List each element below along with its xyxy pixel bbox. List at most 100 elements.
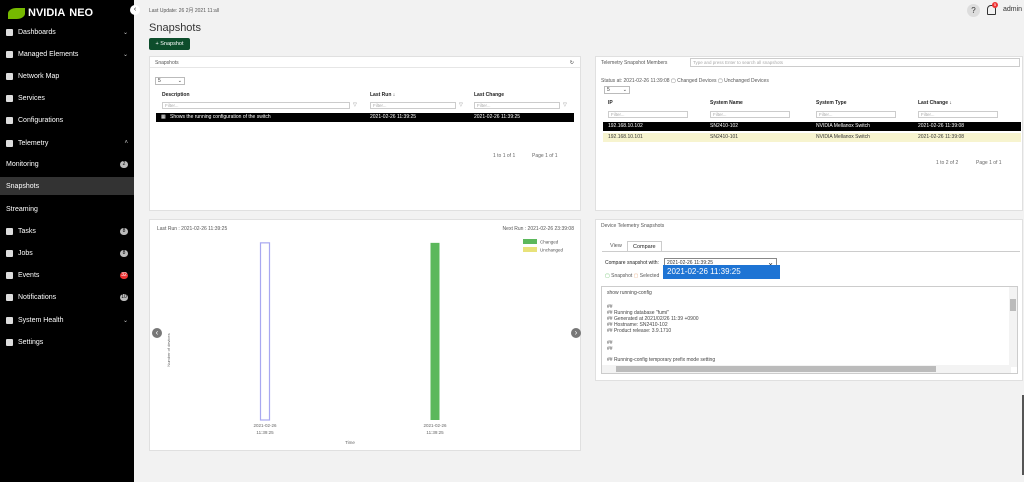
y-axis-label: Number of devices <box>166 333 171 366</box>
pager-count: 1 to 2 of 2 <box>936 160 959 166</box>
bar-chart: 2021-02-26 11:39:25 2021-02-26 11:39:25 Time… <box>166 239 564 445</box>
count-badge: 8 <box>120 227 128 235</box>
filter-description-input[interactable]: Filter... <box>162 102 350 109</box>
page-title: Snapshots <box>149 22 201 34</box>
snapshots-panel: Snapshots ↻ 5 ⌄ Description Last Run ↓ Las… <box>149 56 581 211</box>
compare-legend: ▢ Snapshot ▢ Selected <box>605 273 660 279</box>
status-line: Status at: 2021-02-26 11:39:08 ▢ Changed… <box>601 78 769 84</box>
filter-name-input[interactable]: Filter... <box>710 111 790 118</box>
sidebar-item-managed-elements[interactable]: Managed Elements ⌄ <box>0 45 134 63</box>
filter-last-change-input[interactable]: Filter... <box>474 102 560 109</box>
x-tick-time-0: 11:39:25 <box>256 430 274 435</box>
jobs-icon <box>6 249 13 257</box>
nvidia-eye-icon <box>8 7 25 19</box>
count-badge: 32 <box>120 271 128 279</box>
pager-page: Page 1 of 1 <box>532 153 558 159</box>
config-icon <box>6 116 13 124</box>
filter-change-input[interactable]: Filter... <box>918 111 998 118</box>
horizontal-scrollbar[interactable] <box>602 365 1011 373</box>
count-badge: 2 <box>120 160 128 168</box>
sidebar-item-tasks[interactable]: Tasks 8 <box>0 222 134 240</box>
mail-icon <box>6 293 13 301</box>
bar-unchanged-0 <box>259 242 271 421</box>
filter-icon[interactable]: ▽ <box>459 102 463 108</box>
legend-swatch-unchanged <box>523 247 537 252</box>
search-snapshots-input[interactable]: Type and press Enter to search all snaps… <box>690 58 1020 67</box>
filter-icon[interactable]: ▽ <box>563 102 567 108</box>
help-icon[interactable]: ? <box>967 4 980 17</box>
table-row[interactable]: 192.168.10.102 SN2410-102 NVIDIA Mellano… <box>603 122 1021 131</box>
chart-panel: Last Run : 2021-02-26 11:39:25 Next Run … <box>149 219 581 451</box>
sidebar-item-system-health[interactable]: System Health ⌄ <box>0 311 134 329</box>
sidebar-item-snapshots[interactable]: Snapshots <box>0 177 134 195</box>
refresh-icon[interactable]: ↻ <box>570 60 574 66</box>
telemetry-icon <box>6 139 13 147</box>
column-header-last-run[interactable]: Last Run ↓ <box>370 92 395 98</box>
dashboard-icon <box>6 28 13 36</box>
page-size-select[interactable]: 5 ⌄ <box>155 77 185 85</box>
table-row[interactable]: 192.168.10.101 SN2410-101 NVIDIA Mellano… <box>603 133 1021 142</box>
x-axis-label: Time <box>345 440 355 445</box>
tasks-icon <box>6 227 13 235</box>
sidebar-item-services[interactable]: Services <box>0 89 134 107</box>
network-icon <box>6 72 13 80</box>
sidebar-item-configurations[interactable]: Configurations <box>0 111 134 129</box>
sidebar-item-telemetry[interactable]: Telemetry ˄ <box>0 134 134 152</box>
column-header-ip[interactable]: IP <box>608 100 613 106</box>
vertical-scrollbar[interactable] <box>1009 287 1017 367</box>
legend-swatch-changed <box>523 239 537 244</box>
sidebar-item-dashboards[interactable]: Dashboards ⌄ <box>0 23 134 41</box>
column-header-system-name[interactable]: System Name <box>710 100 743 106</box>
chevron-down-icon: ⌄ <box>122 29 128 36</box>
filter-icon[interactable]: ▽ <box>353 102 357 108</box>
sidebar-item-notifications[interactable]: Notifications 10 <box>0 288 134 306</box>
legend-label-unchanged: Unchanged <box>540 248 564 253</box>
compare-label: Compare snapshot with: <box>605 260 659 266</box>
panel-title: Snapshots ↻ <box>150 57 580 68</box>
health-icon <box>6 316 13 324</box>
dropdown-option[interactable]: 2021-02-26 11:39:25 <box>663 265 780 279</box>
sidebar-item-monitoring[interactable]: Monitoring 2 <box>0 155 134 173</box>
legend-label-changed: Changed <box>540 240 559 245</box>
panel-title: Device Telemetry Snapshots <box>601 223 665 229</box>
chevron-up-icon: ˄ <box>124 140 128 146</box>
x-tick-time-1: 11:39:25 <box>426 430 444 435</box>
tab-compare[interactable]: Compare <box>627 241 662 251</box>
scroll-thumb[interactable] <box>616 366 936 372</box>
column-header-last-change[interactable]: Last Change <box>474 92 504 98</box>
sidebar-item-jobs[interactable]: Jobs 8 <box>0 244 134 262</box>
filter-ip-input[interactable]: Filter... <box>608 111 688 118</box>
sidebar: NVIDIA NEO Dashboards ⌄ Managed Elements ⌄… <box>0 0 134 482</box>
scroll-thumb[interactable] <box>1010 299 1016 311</box>
bell-icon <box>6 271 13 279</box>
tab-view[interactable]: View <box>605 241 627 251</box>
add-snapshot-button[interactable]: + Snapshot <box>149 38 190 50</box>
x-tick-date-0: 2021-02-26 <box>253 423 277 428</box>
column-header-system-type[interactable]: System Type <box>816 100 846 106</box>
sidebar-item-streaming[interactable]: Streaming <box>0 200 134 218</box>
column-header-description[interactable]: Description <box>162 92 190 98</box>
chevron-down-icon: ⌄ <box>122 51 128 58</box>
elements-icon <box>6 50 13 58</box>
row-icon: ▦ <box>161 114 166 120</box>
column-header-last-change[interactable]: Last Change ↓ <box>918 100 952 106</box>
chevron-down-icon: ⌄ <box>177 78 182 84</box>
pager-page: Page 1 of 1 <box>976 160 1002 166</box>
filter-last-run-input[interactable]: Filter... <box>370 102 456 109</box>
collapse-sidebar-icon[interactable]: ‹ <box>130 5 140 15</box>
pager-count: 1 to 1 of 1 <box>493 153 516 159</box>
table-row[interactable]: ▦ Shows the running configuration of the… <box>156 113 574 122</box>
sort-down-icon: ↓ <box>392 92 396 98</box>
nvidia-logo: NVIDIA NEO <box>8 7 93 19</box>
sidebar-item-events[interactable]: Events 32 <box>0 266 134 284</box>
count-badge: 8 <box>120 249 128 257</box>
sidebar-item-settings[interactable]: Settings <box>0 333 134 351</box>
chevron-down-icon: ⌄ <box>122 317 128 324</box>
page-size-select[interactable]: 5 ⌄ <box>604 86 630 94</box>
chevron-down-icon: ⌄ <box>622 87 627 93</box>
members-panel: Telemetry Snapshot Members Type and pres… <box>595 56 1023 211</box>
user-menu[interactable]: admin <box>1003 6 1022 13</box>
sidebar-item-network-map[interactable]: Network Map <box>0 67 134 85</box>
filter-type-input[interactable]: Filter... <box>816 111 896 118</box>
bar-changed-1 <box>430 242 440 420</box>
